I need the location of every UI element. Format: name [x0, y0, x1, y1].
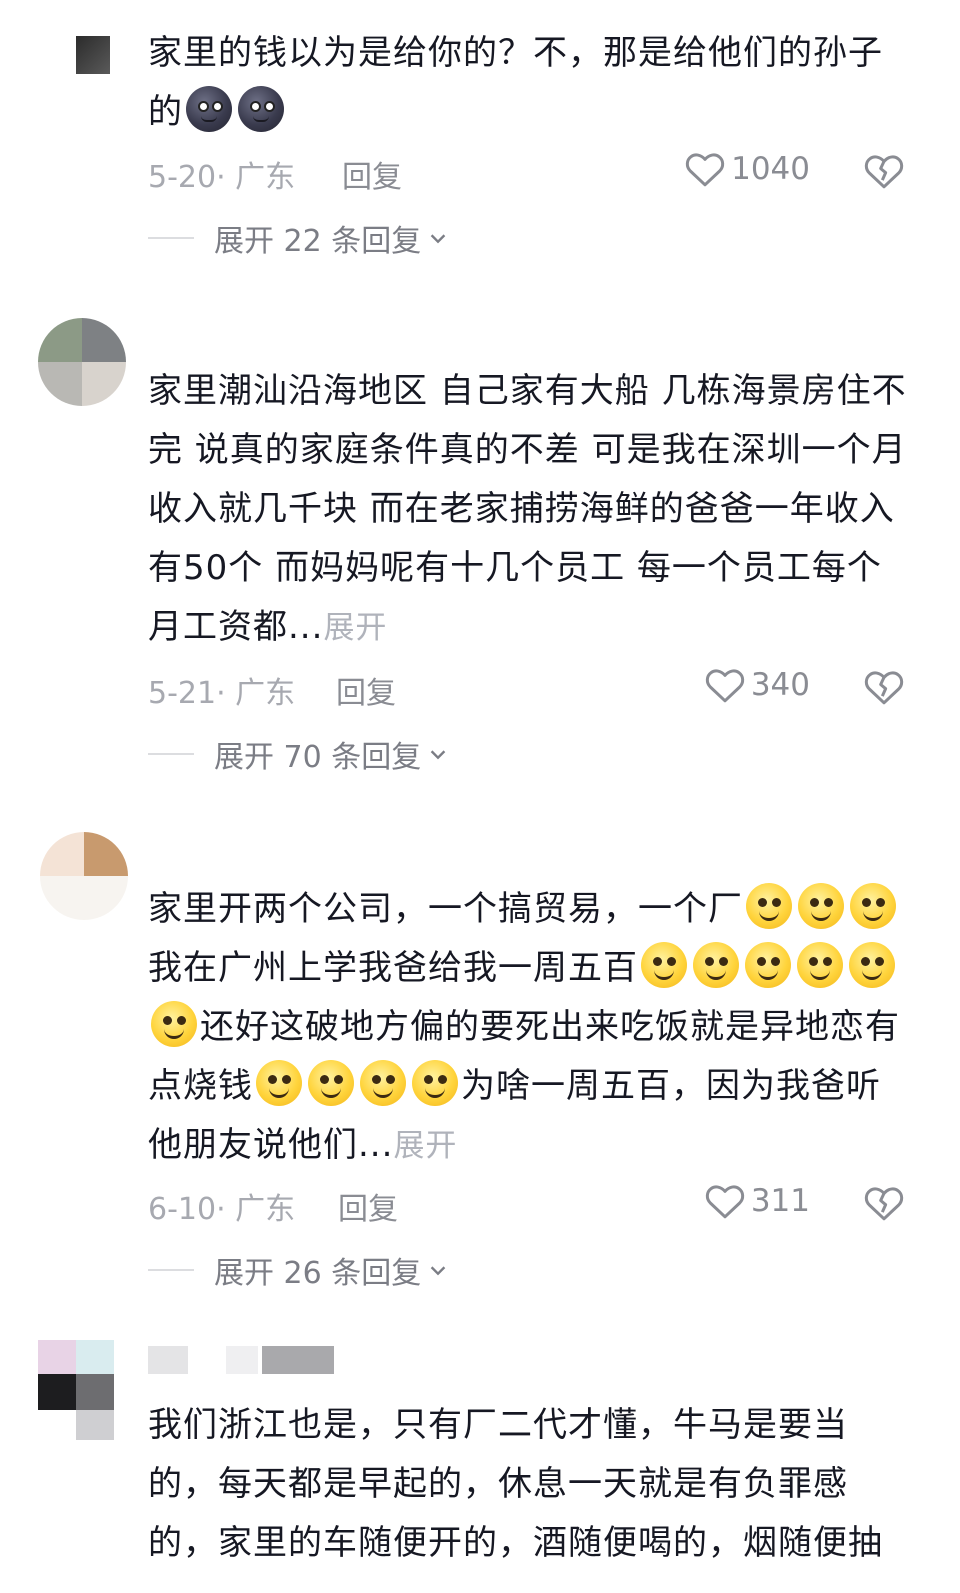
smiling-face-emoji: [850, 883, 896, 929]
heart-outline-icon: [705, 669, 744, 703]
comment-text: 我们浙江也是，只有厂二代才懂，牛马是要当的，每天都是早起的，休息一天就是有负罪感…: [148, 1396, 908, 1593]
expand-replies-label: 展开 26 条回复: [214, 1256, 422, 1291]
smiling-face-emoji: [641, 942, 687, 988]
comment-region: 广东: [235, 676, 296, 711]
smiling-face-emoji: [849, 942, 895, 988]
reply-button[interactable]: 回复: [338, 1184, 398, 1228]
comment-date: 5-21: [148, 676, 217, 711]
reply-button[interactable]: 回复: [342, 152, 402, 196]
broken-heart-icon: [864, 671, 904, 705]
dislike-button[interactable]: [864, 152, 904, 194]
moon-face-emoji: [238, 86, 284, 132]
like-count: 340: [750, 667, 810, 703]
divider: [148, 1269, 194, 1271]
expand-replies-label: 展开 22 条回复: [214, 224, 422, 259]
chevron-down-icon: [430, 234, 446, 244]
smiling-face-emoji: [745, 942, 791, 988]
username-redacted: [226, 1346, 258, 1374]
dislike-button[interactable]: [864, 668, 904, 710]
expand-replies-label: 展开 70 条回复: [214, 740, 422, 775]
moon-face-emoji: [186, 86, 232, 132]
like-count: 311: [750, 1183, 810, 1219]
smiling-face-emoji: [693, 942, 739, 988]
comment-text: 家里开两个公司，一个搞贸易，一个厂 我在广州上学我爸给我一周五百 还好这破地方偏的要…: [148, 880, 908, 1176]
expand-text-link[interactable]: 展开: [323, 610, 387, 646]
username-redacted: [262, 1346, 334, 1374]
broken-heart-icon: [864, 155, 904, 189]
heart-outline-icon: [685, 153, 725, 187]
expand-replies-button[interactable]: 展开 70 条回复: [148, 732, 449, 776]
expand-text-link[interactable]: 展开: [393, 1128, 457, 1164]
chevron-down-icon: [430, 750, 446, 760]
expand-replies-button[interactable]: 展开 22 条回复: [148, 216, 449, 260]
avatar[interactable]: [76, 36, 110, 74]
like-button[interactable]: 311: [705, 1182, 810, 1220]
comment-date: 6-10: [148, 1192, 217, 1227]
dislike-button[interactable]: [864, 1184, 904, 1226]
reply-button[interactable]: 回复: [336, 668, 396, 712]
comment-text-body: 家里潮汕沿海地区 自己家有大船 几栋海景房住不完 说真的家庭条件真的不差 可是我…: [148, 371, 907, 647]
smiling-face-emoji: [308, 1060, 354, 1106]
chevron-down-icon: [430, 1266, 446, 1276]
smiling-face-emoji: [746, 883, 792, 929]
smiling-face-emoji: [360, 1060, 406, 1106]
like-count: 1040: [731, 151, 810, 187]
avatar[interactable]: [38, 1340, 114, 1440]
expand-replies-button[interactable]: 展开 26 条回复: [148, 1248, 449, 1292]
comment-region: 广东: [235, 160, 296, 195]
like-button[interactable]: 1040: [685, 150, 810, 188]
comment-region: 广东: [235, 1192, 296, 1227]
smiling-face-emoji: [256, 1060, 302, 1106]
comment-text-part: 家里开两个公司，一个搞贸易，一个厂: [148, 889, 743, 929]
comment-date: 5-20: [148, 160, 217, 195]
smiling-face-emoji: [798, 883, 844, 929]
broken-heart-icon: [864, 1187, 904, 1221]
username-redacted: [148, 1346, 188, 1374]
divider: [148, 237, 194, 239]
divider: [148, 753, 194, 755]
smiling-face-emoji: [797, 942, 843, 988]
like-button[interactable]: 340: [705, 666, 810, 704]
comment-text-body: 我们浙江也是，只有厂二代才懂，牛马是要当的，每天都是早起的，休息一天就是有负罪感…: [148, 1405, 883, 1563]
comment-text: 家里的钱以为是给你的？不，那是给他们的孙子的: [148, 24, 908, 142]
comment-text: 家里潮汕沿海地区 自己家有大船 几栋海景房住不完 说真的家庭条件真的不差 可是我…: [148, 362, 908, 658]
comment-text-part: 我在广州上学我爸给我一周五百: [148, 948, 638, 988]
smiling-face-emoji: [151, 1001, 197, 1047]
avatar[interactable]: [38, 318, 126, 406]
avatar[interactable]: [40, 832, 128, 920]
heart-outline-icon: [705, 1185, 744, 1219]
smiling-face-emoji: [412, 1060, 458, 1106]
